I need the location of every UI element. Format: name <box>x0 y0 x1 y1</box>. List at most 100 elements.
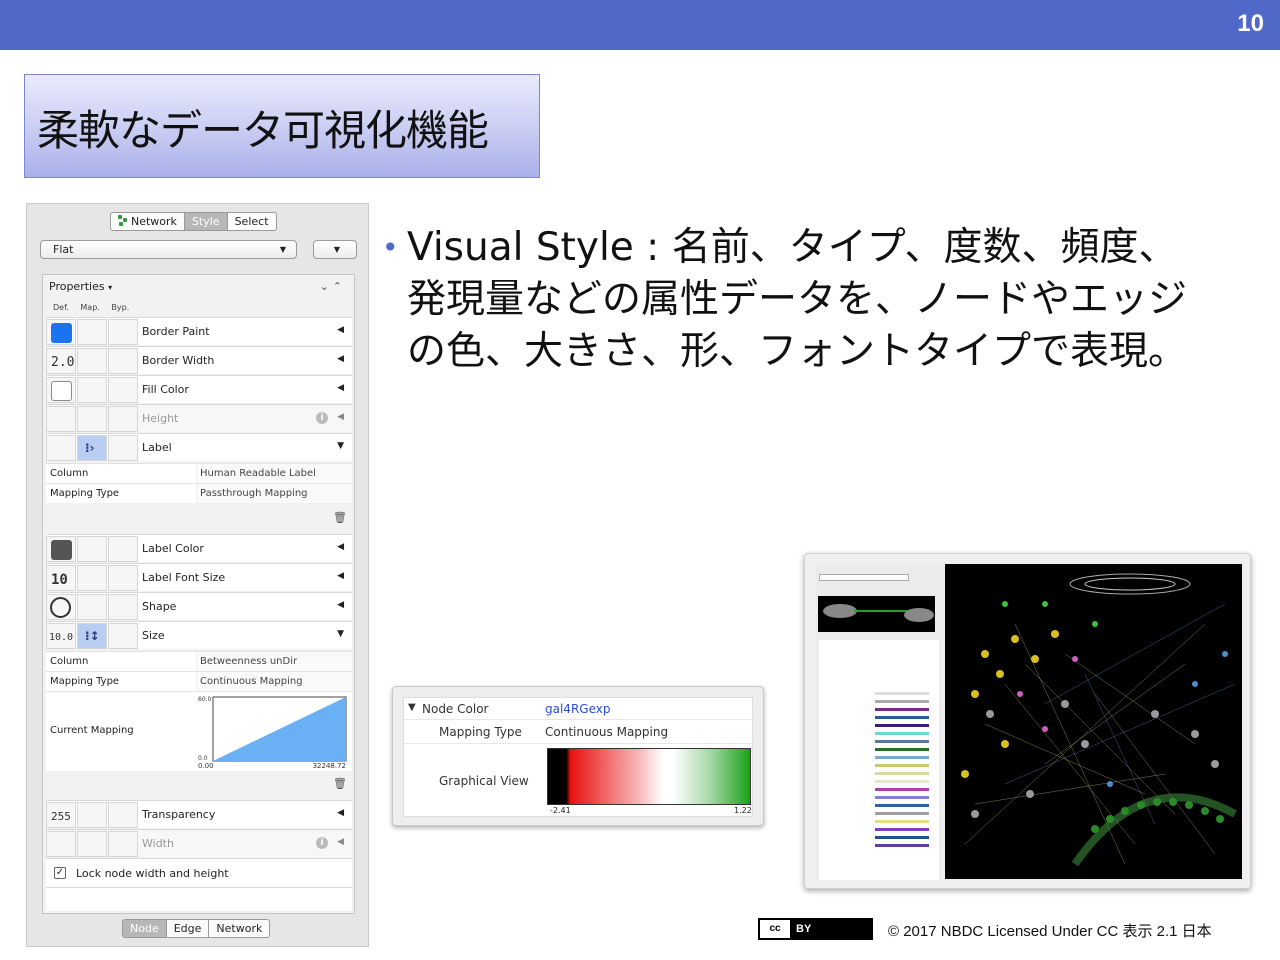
lock-row[interactable]: ✓ Lock node width and height <box>46 858 352 887</box>
style-options-button[interactable]: ▼ <box>313 240 357 259</box>
label-mapping-row[interactable]: Mapping Type Passthrough Mapping <box>46 483 352 503</box>
info-icon[interactable]: i <box>316 412 328 424</box>
size-mapping-row[interactable]: Mapping Type Continuous Mapping <box>46 671 352 691</box>
bullet-line-1: Visual Style : 名前、タイプ、度数、頻度、 <box>407 225 1178 270</box>
tab-select[interactable]: Select <box>228 213 276 230</box>
properties-header[interactable]: Properties ▾ ⌄⌃ <box>43 275 354 299</box>
label-column-row[interactable]: Column Human Readable Label <box>46 463 352 483</box>
map-cell[interactable] <box>77 594 107 620</box>
expand-left-icon[interactable]: ◀ <box>337 354 344 364</box>
row-height[interactable]: Height i ◀ <box>46 404 352 432</box>
color-gradient[interactable] <box>547 748 751 805</box>
properties-dropdown-icon: ▾ <box>108 283 113 292</box>
expand-left-icon[interactable]: ◀ <box>337 325 344 335</box>
property-label: Shape <box>142 600 177 613</box>
expand-left-icon[interactable]: ◀ <box>337 571 344 581</box>
mapping-chart[interactable]: 60.0 0.0 0.00 32248.72 <box>196 692 352 772</box>
collapse-down-icon[interactable]: ▼ <box>337 441 344 451</box>
kv-value[interactable]: Passthrough Mapping <box>200 488 308 499</box>
kv-value[interactable]: Betweenness unDir <box>200 656 297 667</box>
row-transparency[interactable]: 255 Transparency ◀ <box>46 800 352 828</box>
byp-cell[interactable] <box>108 435 138 461</box>
mapping-type-row[interactable]: Mapping Type Continuous Mapping <box>404 720 754 744</box>
color-swatch <box>51 381 72 401</box>
map-cell[interactable]: ⁝↕ <box>77 623 107 649</box>
row-label-font-size[interactable]: 10 Label Font Size ◀ <box>46 563 352 591</box>
def-cell[interactable] <box>46 536 76 562</box>
size-current-mapping-row[interactable]: Current Mapping 60.0 0.0 0.00 32248.72 <box>46 691 352 771</box>
target-node <box>904 608 934 622</box>
tab-style[interactable]: Style <box>184 213 228 230</box>
def-cell[interactable] <box>46 377 76 403</box>
def-cell[interactable]: 10 <box>46 565 76 591</box>
row-shape[interactable]: Shape ◀ <box>46 592 352 620</box>
map-cell[interactable] <box>77 377 107 403</box>
default-value: 10 <box>51 572 68 588</box>
mapping-type-key: Mapping Type <box>439 725 522 739</box>
node-color-column[interactable]: gal4RGexp <box>545 702 610 716</box>
def-cell[interactable] <box>46 435 76 461</box>
node-color-row[interactable]: ▼ Node Color gal4RGexp <box>404 698 754 720</box>
row-size[interactable]: 10.0 ⁝↕ Size ▼ <box>46 621 352 649</box>
size-column-row[interactable]: Column Betweenness unDir <box>46 651 352 671</box>
byp-cell[interactable] <box>108 319 138 345</box>
kv-value[interactable]: Human Readable Label <box>200 468 316 479</box>
kv-value[interactable]: Continuous Mapping <box>200 676 303 687</box>
map-cell <box>77 406 107 432</box>
default-value: 255 <box>51 810 71 823</box>
map-cell[interactable]: ⁝› <box>77 435 107 461</box>
byp-cell[interactable] <box>108 565 138 591</box>
expand-left-icon[interactable]: ◀ <box>337 412 344 422</box>
tab-network[interactable]: Network <box>111 213 185 230</box>
default-value: 2.0 <box>51 355 75 370</box>
def-cell[interactable]: 2.0 <box>46 348 76 374</box>
byp-cell[interactable] <box>108 536 138 562</box>
row-label-color[interactable]: Label Color ◀ <box>46 534 352 562</box>
row-label[interactable]: ⁝› Label ▼ <box>46 433 352 461</box>
trash-icon[interactable]: 🗑 <box>333 511 347 524</box>
property-label: Transparency <box>142 808 216 821</box>
slide-number: 10 <box>1237 10 1264 37</box>
expand-left-icon[interactable]: ◀ <box>337 600 344 610</box>
collapse-icons[interactable]: ⌄⌃ <box>320 275 346 299</box>
byp-cell[interactable] <box>108 348 138 374</box>
expand-left-icon[interactable]: ◀ <box>337 808 344 818</box>
byp-cell[interactable] <box>108 377 138 403</box>
def-cell[interactable] <box>46 319 76 345</box>
map-cell[interactable] <box>77 319 107 345</box>
row-border-width[interactable]: 2.0 Border Width ◀ <box>46 346 352 374</box>
map-cell[interactable] <box>77 565 107 591</box>
map-cell[interactable] <box>77 802 107 828</box>
row-width[interactable]: Width i ◀ <box>46 829 352 857</box>
property-label: Label Color <box>142 542 204 555</box>
collapse-down-icon[interactable]: ▼ <box>337 629 344 639</box>
byp-cell[interactable] <box>108 802 138 828</box>
expand-left-icon[interactable]: ◀ <box>337 837 344 847</box>
def-cell[interactable] <box>46 594 76 620</box>
style-select[interactable]: Flat ▼ <box>40 240 297 259</box>
byp-cell[interactable] <box>108 594 138 620</box>
bottom-tabs: Node Edge Network <box>122 919 271 938</box>
info-icon[interactable]: i <box>316 837 328 849</box>
properties-section: Properties ▾ ⌄⌃ Def. Map. Byp. Border Pa… <box>42 274 355 914</box>
row-fill-color[interactable]: Fill Color ◀ <box>46 375 352 403</box>
tab-network-bottom[interactable]: Network <box>209 920 269 937</box>
def-cell[interactable]: 255 <box>46 802 76 828</box>
collapse-down-icon[interactable]: ▼ <box>408 702 416 713</box>
lock-checkbox[interactable]: ✓ <box>54 867 66 879</box>
source-node <box>823 604 857 618</box>
expand-left-icon[interactable]: ◀ <box>337 542 344 552</box>
map-cell[interactable] <box>77 348 107 374</box>
screenshot-sidebar <box>815 562 943 880</box>
row-border-paint[interactable]: Border Paint ◀ <box>46 317 352 345</box>
mapping-type-value[interactable]: Continuous Mapping <box>545 725 668 739</box>
def-cell[interactable]: 10.0 <box>46 623 76 649</box>
byp-cell <box>108 406 138 432</box>
map-cell[interactable] <box>77 536 107 562</box>
trash-icon[interactable]: 🗑 <box>333 777 347 790</box>
expand-left-icon[interactable]: ◀ <box>337 383 344 393</box>
byp-cell[interactable] <box>108 623 138 649</box>
tab-node[interactable]: Node <box>123 920 167 937</box>
x-min-label: 0.00 <box>198 762 214 770</box>
tab-edge[interactable]: Edge <box>167 920 210 937</box>
